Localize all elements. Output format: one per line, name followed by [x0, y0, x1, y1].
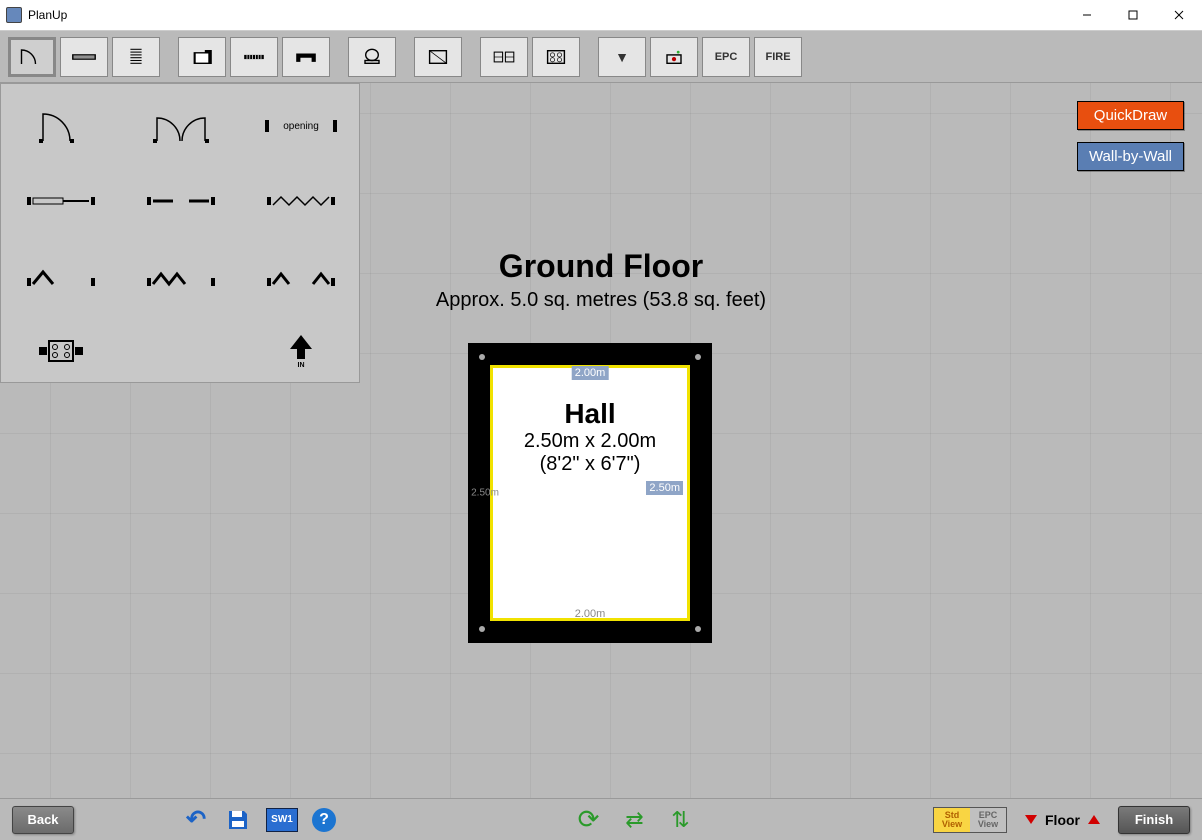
- symbol-entrance-arrow[interactable]: IN: [241, 313, 361, 388]
- window-tool-button[interactable]: [60, 37, 108, 77]
- mirrored-tool-button[interactable]: [480, 37, 528, 77]
- panel-tool-button[interactable]: [414, 37, 462, 77]
- symbol-opening[interactable]: opening: [241, 88, 361, 163]
- room-label[interactable]: Hall 2.50m x 2.00m (8'2" x 6'7"): [524, 398, 656, 476]
- symbol-bifold-single[interactable]: [1, 238, 121, 313]
- dim-top[interactable]: 2.00m: [572, 366, 609, 380]
- symbols-panel: opening IN: [0, 83, 360, 383]
- view-toggle[interactable]: StdView EPCView: [933, 807, 1007, 833]
- back-button[interactable]: Back: [12, 806, 74, 834]
- svg-text:opening: opening: [283, 121, 319, 132]
- corner-handle[interactable]: [479, 626, 485, 632]
- dim-bottom[interactable]: 2.00m: [575, 608, 606, 620]
- svg-text:IN: IN: [298, 362, 305, 369]
- symbol-electrical-box[interactable]: [1, 313, 121, 388]
- quickdraw-button[interactable]: QuickDraw: [1077, 101, 1184, 130]
- flip-horizontal-button[interactable]: ⇄: [621, 807, 649, 833]
- bath-tool-button[interactable]: [348, 37, 396, 77]
- room-name: Hall: [524, 398, 656, 430]
- epc-view-button[interactable]: EPCView: [970, 808, 1006, 832]
- hob-tool-button[interactable]: [532, 37, 580, 77]
- floor-up-icon[interactable]: [1088, 815, 1100, 824]
- stairs-tool-button[interactable]: [112, 37, 160, 77]
- undo-button[interactable]: ↶: [182, 807, 210, 833]
- bottom-bar: Back ↶ SW1 ? ⟳ ⇄ ⇅ StdView EPCView: [0, 798, 1202, 840]
- room-dims-metric: 2.50m x 2.00m: [524, 430, 656, 453]
- flip-vertical-button[interactable]: ⇅: [667, 807, 695, 833]
- symbol-bifold-double[interactable]: [241, 238, 361, 313]
- std-view-button[interactable]: StdView: [934, 808, 970, 832]
- floor-title: Ground Floor: [436, 248, 766, 285]
- corner-handle[interactable]: [479, 354, 485, 360]
- dim-left[interactable]: 2.50m: [471, 488, 499, 499]
- corner-handle[interactable]: [695, 354, 701, 360]
- symbol-single-door[interactable]: [1, 88, 121, 163]
- floor-nav-label: Floor: [1045, 812, 1080, 828]
- app-icon: [6, 7, 22, 23]
- room-shape[interactable]: 2.00m 2.00m 2.50m 2.50m Hall 2.50m x 2.0…: [468, 343, 712, 643]
- window-title: PlanUp: [28, 8, 67, 22]
- corner-handle[interactable]: [695, 626, 701, 632]
- symbol-sliding-door[interactable]: [1, 163, 121, 238]
- close-button[interactable]: [1156, 0, 1202, 30]
- minimize-button[interactable]: [1064, 0, 1110, 30]
- room-outline-tool-button[interactable]: [178, 37, 226, 77]
- symbol-bifold-zigzag[interactable]: [121, 238, 241, 313]
- furniture-tool-button[interactable]: [282, 37, 330, 77]
- fire-tool-button[interactable]: FIRE: [754, 37, 802, 77]
- main-toolbar: ▼ EPC FIRE: [0, 31, 1202, 83]
- door-tool-button[interactable]: [8, 37, 56, 77]
- floor-down-icon[interactable]: [1025, 815, 1037, 824]
- finish-button[interactable]: Finish: [1118, 806, 1190, 834]
- symbol-gap-door[interactable]: [121, 163, 241, 238]
- title-bar: PlanUp: [0, 0, 1202, 31]
- rotate-button[interactable]: ⟳: [575, 807, 603, 833]
- canvas-area[interactable]: opening IN: [0, 83, 1202, 798]
- help-button[interactable]: ?: [312, 808, 336, 832]
- grid-block-tool-button[interactable]: [230, 37, 278, 77]
- maximize-button[interactable]: [1110, 0, 1156, 30]
- save-button[interactable]: [224, 807, 252, 833]
- camera-tool-button[interactable]: [650, 37, 698, 77]
- wallbywall-button[interactable]: Wall-by-Wall: [1077, 142, 1184, 171]
- epc-tool-button[interactable]: EPC: [702, 37, 750, 77]
- floor-nav[interactable]: Floor: [1025, 812, 1100, 828]
- room-dims-imperial: (8'2" x 6'7"): [524, 453, 656, 476]
- dim-right[interactable]: 2.50m: [646, 481, 683, 495]
- more-dropdown-button[interactable]: ▼: [598, 37, 646, 77]
- sw1-button[interactable]: SW1: [266, 808, 298, 832]
- symbol-folding-door[interactable]: [241, 163, 361, 238]
- floor-subtitle: Approx. 5.0 sq. metres (53.8 sq. feet): [436, 289, 766, 312]
- symbol-double-door[interactable]: [121, 88, 241, 163]
